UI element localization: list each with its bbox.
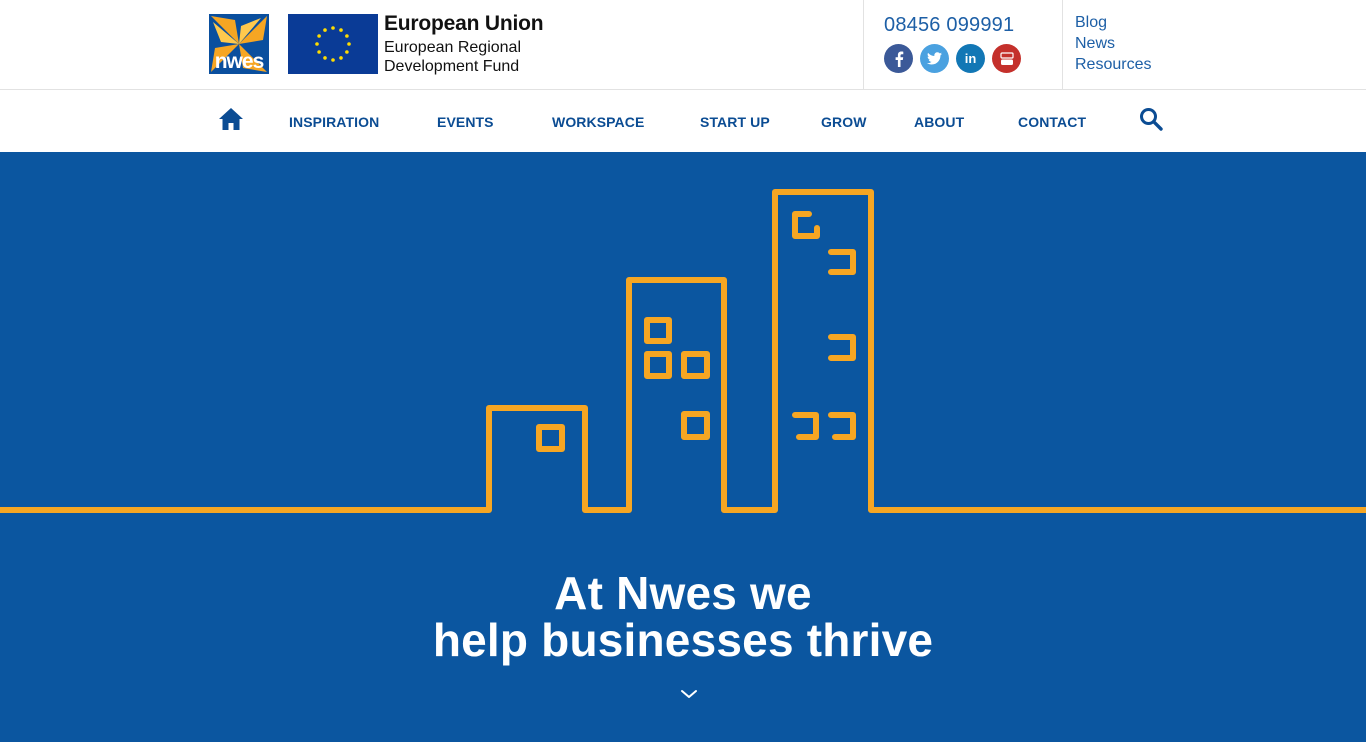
resources-link[interactable]: Resources bbox=[1075, 54, 1151, 75]
nwes-logo[interactable]: nwes bbox=[209, 14, 269, 74]
eu-flag-icon bbox=[288, 14, 378, 74]
twitter-icon[interactable] bbox=[920, 44, 949, 73]
blog-link[interactable]: Blog bbox=[1075, 12, 1151, 33]
phone-number-link[interactable]: 08456 099991 bbox=[884, 14, 1014, 37]
utility-links: Blog News Resources bbox=[1075, 12, 1151, 75]
nav-item-grow[interactable]: GROW bbox=[821, 114, 867, 130]
eu-funding-label: European Union European Regional Develop… bbox=[384, 12, 544, 76]
social-links: in bbox=[884, 44, 1021, 74]
nav-item-workspace[interactable]: WORKSPACE bbox=[552, 114, 644, 130]
eu-subtitle-line1: European Regional bbox=[384, 39, 521, 56]
home-icon[interactable] bbox=[218, 107, 244, 131]
linkedin-icon[interactable]: in bbox=[956, 44, 985, 73]
hero-title: At Nwes we help businesses thrive bbox=[0, 570, 1366, 664]
search-icon[interactable] bbox=[1139, 107, 1163, 131]
nav-item-contact[interactable]: CONTACT bbox=[1018, 114, 1086, 130]
city-skyline-illustration bbox=[0, 189, 1366, 513]
news-link[interactable]: News bbox=[1075, 33, 1151, 54]
eu-subtitle-line2: Development Fund bbox=[384, 58, 520, 75]
hero-title-line1: At Nwes we bbox=[554, 567, 812, 619]
logo-wordmark: nwes bbox=[214, 50, 265, 73]
nav-item-about[interactable]: ABOUT bbox=[914, 114, 964, 130]
top-header: nwes European Union European Regional De… bbox=[0, 0, 1366, 90]
hero-title-line2: help businesses thrive bbox=[432, 614, 934, 666]
nav-item-start-up[interactable]: START UP bbox=[700, 114, 770, 130]
chevron-down-icon[interactable] bbox=[680, 687, 698, 699]
main-navigation: INSPIRATION EVENTS WORKSPACE START UP GR… bbox=[0, 90, 1366, 152]
eu-title: European Union bbox=[384, 12, 544, 35]
nav-item-events[interactable]: EVENTS bbox=[437, 114, 494, 130]
header-divider bbox=[1062, 0, 1063, 90]
youtube-icon[interactable] bbox=[992, 44, 1021, 73]
header-divider bbox=[863, 0, 864, 90]
nav-item-inspiration[interactable]: INSPIRATION bbox=[289, 114, 379, 130]
facebook-icon[interactable] bbox=[884, 44, 913, 73]
hero-banner: At Nwes we help businesses thrive bbox=[0, 152, 1366, 742]
